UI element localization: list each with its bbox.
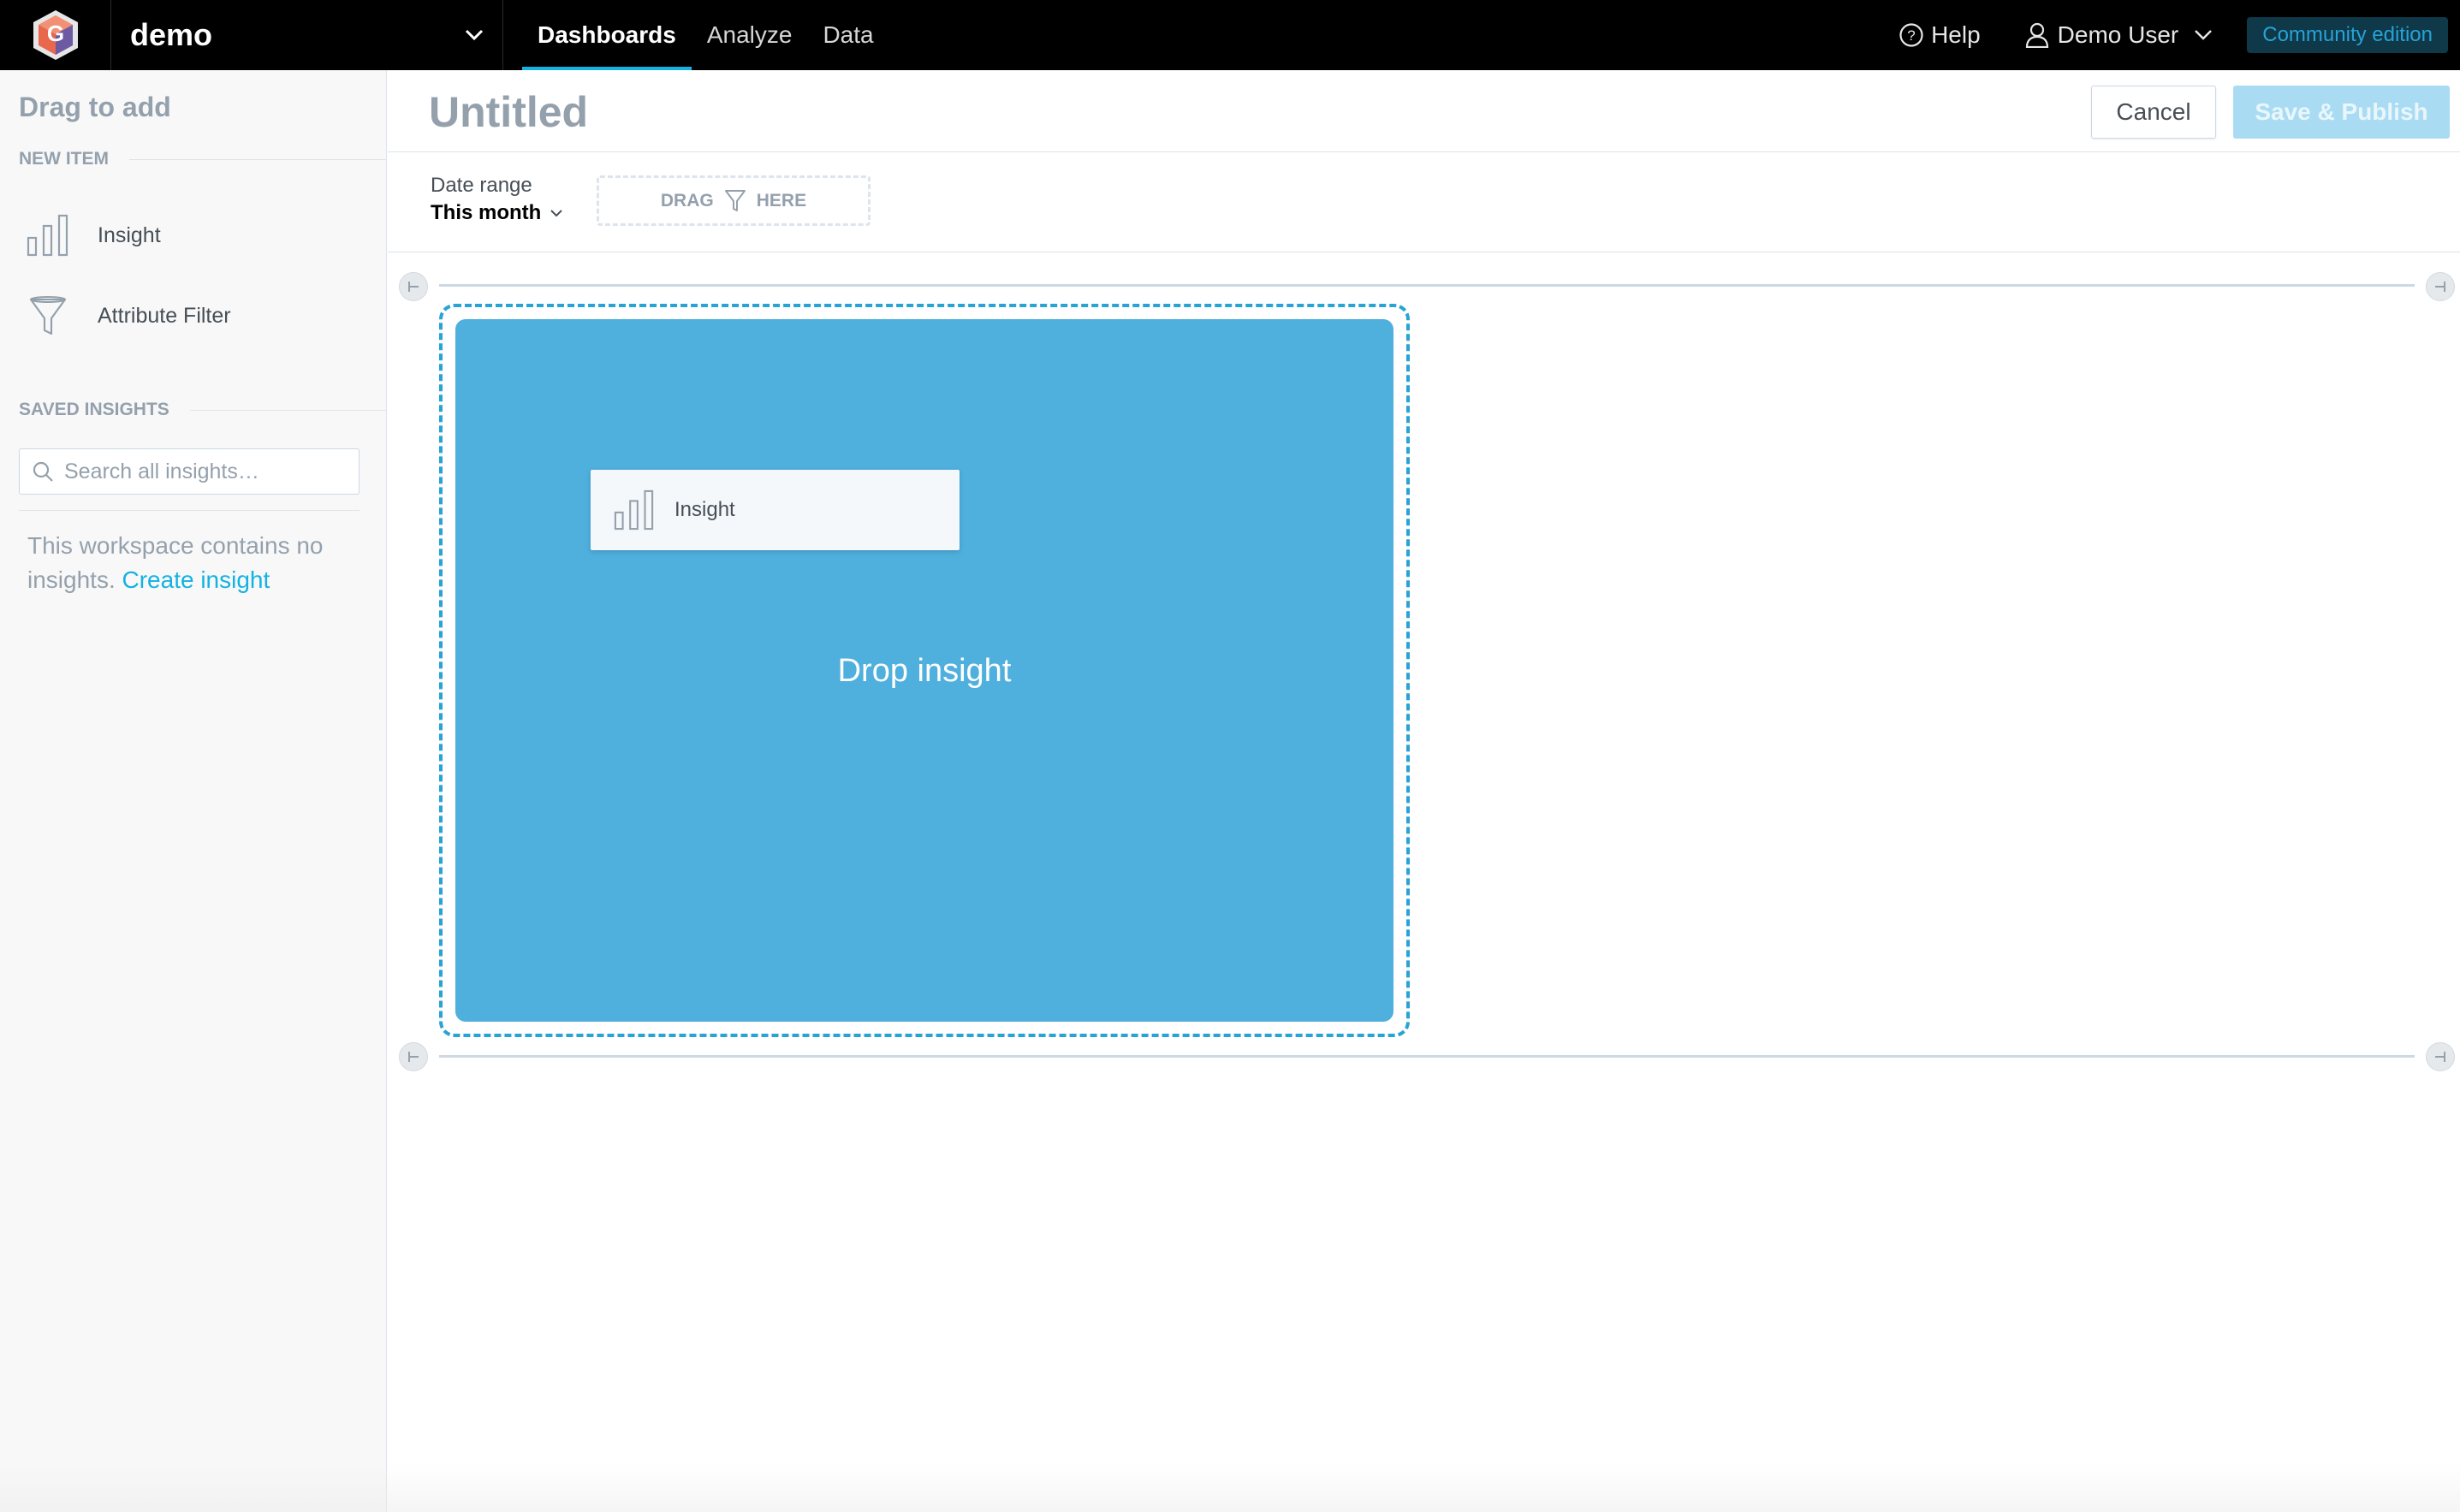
divider	[19, 510, 359, 511]
workspace-name: demo	[130, 17, 213, 52]
gooddata-logo-icon: G	[33, 10, 78, 60]
help-menu[interactable]: ? Help	[1898, 21, 1981, 49]
user-name: Demo User	[2057, 21, 2179, 48]
saved-insights-label: SAVED INSIGHTS	[19, 400, 169, 419]
funnel-icon	[724, 189, 746, 211]
workspace-picker[interactable]: demo	[111, 0, 503, 70]
drop-insight-label: Drop insight	[837, 653, 1012, 689]
row-resize-icon	[408, 1052, 419, 1062]
create-insight-link[interactable]: Create insight	[122, 566, 270, 593]
row-divider-bottom	[439, 1055, 2415, 1058]
funnel-icon	[29, 296, 67, 335]
insight-drop-zone[interactable]: Drop insight	[455, 319, 1393, 1022]
help-label: Help	[1931, 21, 1981, 48]
row-resize-icon	[2435, 1052, 2445, 1062]
chevron-down-icon	[2195, 30, 2213, 40]
logo[interactable]: G	[0, 0, 111, 70]
row-handle-right[interactable]	[2426, 1042, 2455, 1071]
chevron-down-icon	[465, 29, 484, 41]
chevron-down-icon	[550, 210, 563, 217]
divider	[129, 158, 387, 160]
drag-label: DRAG	[660, 190, 714, 210]
svg-text:G: G	[46, 21, 63, 46]
new-item-label: NEW ITEM	[19, 149, 109, 169]
sidebar-item-label: Attribute Filter	[98, 303, 231, 328]
sidebar-item-attribute-filter[interactable]: Attribute Filter	[26, 294, 231, 337]
svg-text:?: ?	[1907, 27, 1915, 44]
row-handle-left[interactable]	[399, 272, 428, 301]
row-divider-top	[439, 284, 2415, 287]
row-resize-icon	[2435, 282, 2445, 292]
search-insights-box[interactable]	[19, 448, 359, 495]
help-icon: ?	[1899, 23, 1923, 47]
user-icon	[2025, 22, 2048, 48]
date-range-value: This month	[431, 201, 563, 225]
dragged-insight-card[interactable]: Insight	[591, 470, 960, 550]
filter-bar: Date range This month DRAG HERE	[388, 153, 2460, 252]
drag-filter-here-dropzone[interactable]: DRAG HERE	[597, 175, 871, 226]
cancel-button[interactable]: Cancel	[2091, 86, 2216, 139]
sidebar-item-insight[interactable]: Insight	[26, 214, 161, 257]
bottom-shade	[0, 1463, 2460, 1512]
date-range-filter[interactable]: Date range This month	[431, 174, 563, 225]
nav-data[interactable]: Data	[807, 0, 888, 70]
date-range-value-text: This month	[431, 201, 542, 224]
sidebar-title: Drag to add	[19, 92, 171, 122]
search-input[interactable]	[64, 459, 347, 484]
community-edition-badge[interactable]: Community edition	[2247, 17, 2448, 53]
divider	[189, 409, 387, 411]
search-icon	[33, 461, 53, 482]
bar-chart-icon	[27, 214, 68, 257]
nav-analyze[interactable]: Analyze	[692, 0, 808, 70]
here-label: HERE	[756, 190, 807, 210]
empty-insights-message: This workspace contains no insights. Cre…	[27, 529, 370, 597]
nav-dashboards[interactable]: Dashboards	[522, 0, 692, 70]
bar-chart-icon	[614, 489, 654, 531]
dashboard-title[interactable]: Untitled	[429, 87, 588, 137]
row-handle-right[interactable]	[2426, 272, 2455, 301]
new-item-section-label: NEW ITEM	[19, 149, 387, 169]
sidebar: Drag to add NEW ITEM Insight Attribute F…	[0, 70, 387, 1512]
date-range-label: Date range	[431, 174, 532, 197]
save-publish-button[interactable]: Save & Publish	[2233, 86, 2450, 139]
row-handle-left[interactable]	[399, 1042, 428, 1071]
user-menu[interactable]: Demo User	[2025, 21, 2213, 49]
row-resize-icon	[408, 282, 419, 292]
main-nav: Dashboards Analyze Data	[522, 0, 889, 70]
header-right: ? Help Demo User Community edition	[1898, 0, 2460, 70]
top-header: G demo Dashboards Analyze Data ? Help De…	[0, 0, 2460, 70]
sidebar-item-label: Insight	[98, 222, 161, 247]
saved-insights-section-label: SAVED INSIGHTS	[19, 400, 387, 420]
dashboard-title-bar: Untitled Cancel Save & Publish	[388, 70, 2460, 152]
dragged-card-label: Insight	[674, 498, 735, 521]
